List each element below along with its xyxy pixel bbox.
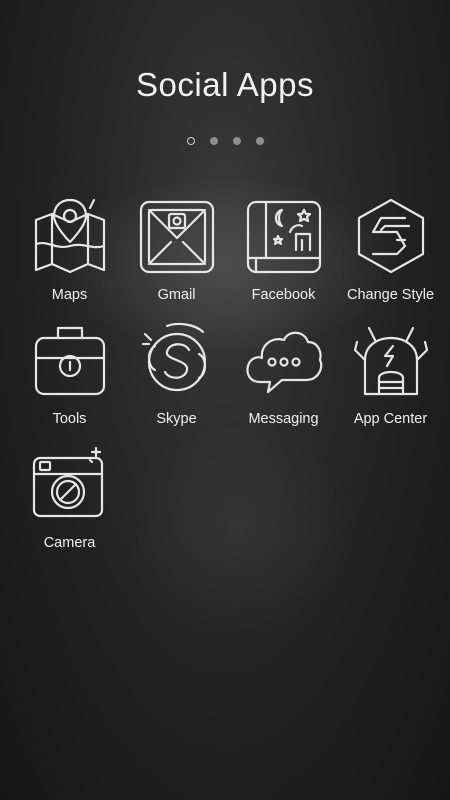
app-facebook[interactable]: Facebook — [230, 196, 337, 303]
hexagon-s-icon — [351, 196, 431, 276]
app-label: Skype — [156, 411, 197, 427]
camera-icon — [30, 444, 110, 524]
app-label: Camera — [43, 535, 96, 551]
night-book-icon — [244, 196, 324, 276]
app-camera[interactable]: Camera — [16, 444, 123, 551]
envelope-icon — [137, 196, 217, 276]
page-indicator — [0, 137, 450, 145]
app-maps[interactable]: Maps — [16, 196, 123, 303]
chat-cloud-icon — [244, 320, 324, 400]
app-label: Change Style — [346, 287, 435, 303]
app-skype[interactable]: Skype — [123, 320, 230, 427]
app-label: Gmail — [157, 287, 196, 303]
page-title: Social Apps — [136, 66, 314, 103]
app-grid: Maps Gmail Facebook Change Style Tools S… — [16, 196, 446, 551]
app-label: Tools — [52, 411, 87, 427]
app-tools[interactable]: Tools — [16, 320, 123, 427]
robot-icon — [351, 320, 431, 400]
app-app-center[interactable]: App Center — [337, 320, 444, 427]
toolbox-icon — [30, 320, 110, 400]
map-pin-icon — [30, 196, 110, 276]
app-messaging[interactable]: Messaging — [230, 320, 337, 427]
app-gmail[interactable]: Gmail — [123, 196, 230, 303]
app-label: Maps — [51, 287, 88, 303]
app-change-style[interactable]: Change Style — [337, 196, 444, 303]
app-label: Facebook — [251, 287, 316, 303]
page-dot-1[interactable] — [186, 137, 195, 145]
app-label: App Center — [353, 411, 428, 427]
page-dot-3[interactable] — [232, 137, 241, 145]
skype-icon — [137, 320, 217, 400]
page-dot-2[interactable] — [209, 137, 218, 145]
page-dot-4[interactable] — [255, 137, 264, 145]
app-label: Messaging — [248, 411, 319, 427]
